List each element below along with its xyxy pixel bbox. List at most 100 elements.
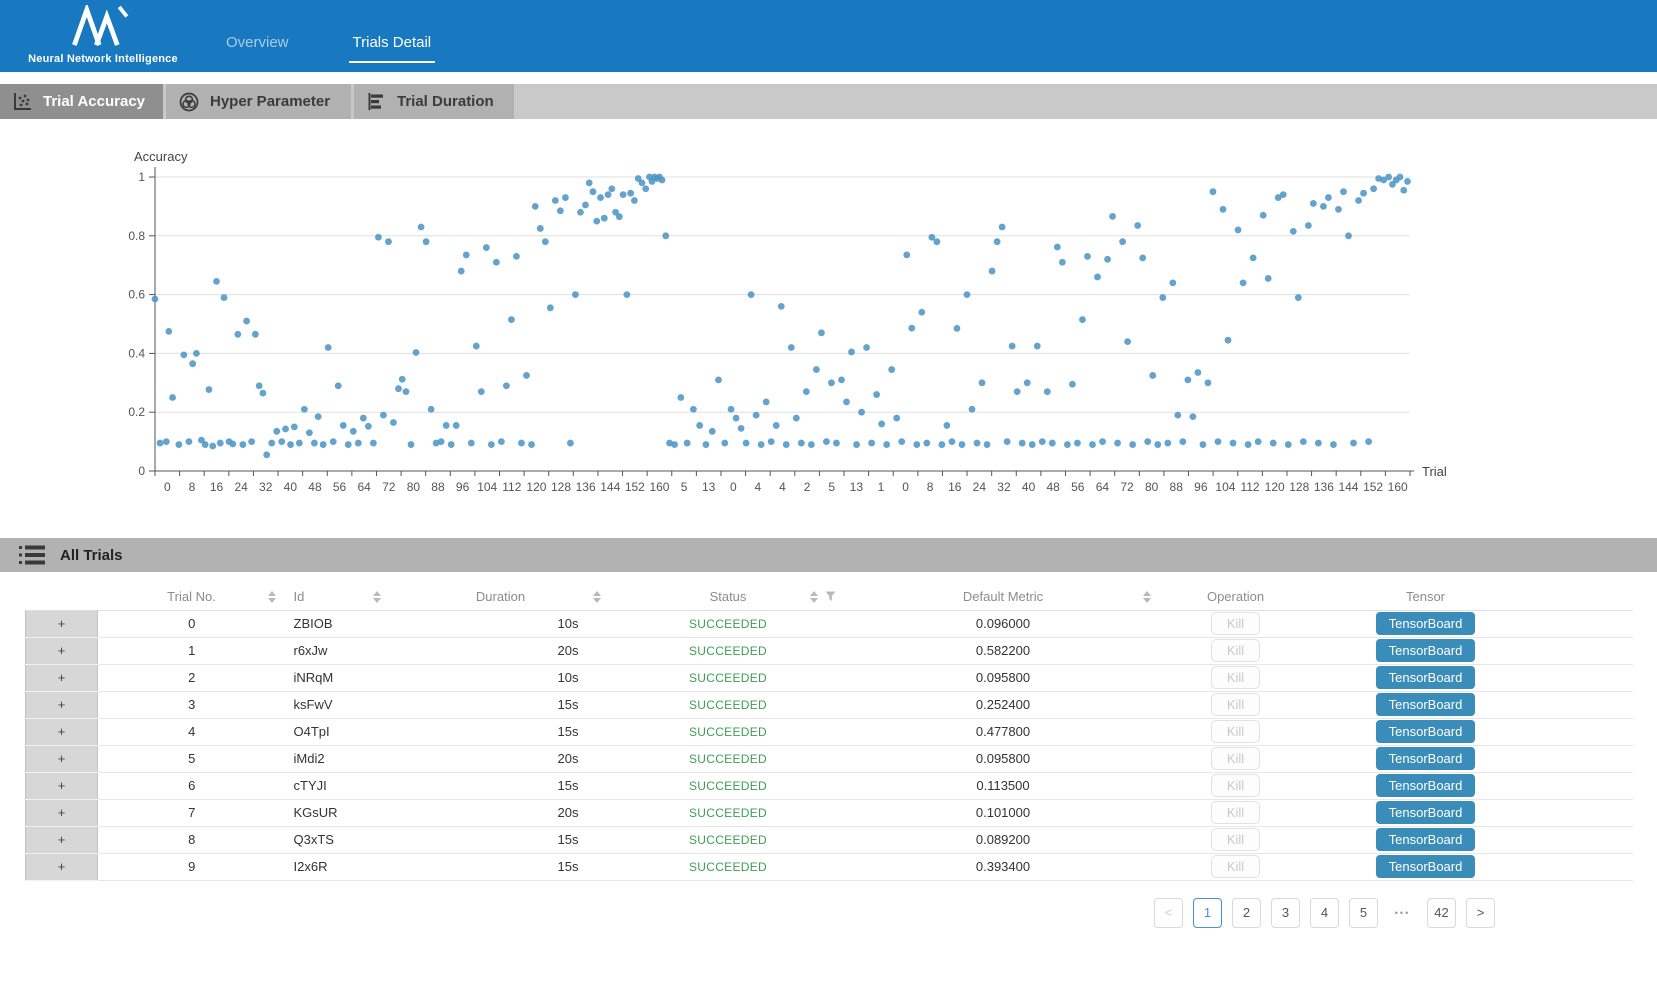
tensorboard-button[interactable]: TensorBoard (1376, 720, 1476, 743)
tensorboard-button[interactable]: TensorBoard (1376, 828, 1476, 851)
pagination-page-5[interactable]: 5 (1349, 898, 1378, 928)
kill-button[interactable]: Kill (1211, 666, 1260, 689)
y-tick-label: 1 (138, 170, 145, 184)
x-tick-label: 5 (828, 480, 835, 494)
pagination-prev-button[interactable]: < (1154, 898, 1183, 928)
cell-id: O4TpI (286, 718, 391, 745)
scatter-point (1054, 244, 1061, 251)
pagination-page-1[interactable]: 1 (1193, 898, 1222, 928)
scatter-point (1079, 316, 1086, 323)
scatter-point (913, 441, 920, 448)
scatter-point (335, 382, 342, 389)
sort-icon-duration[interactable] (593, 591, 601, 603)
scatter-point (532, 203, 539, 210)
expand-row-button[interactable]: + (26, 772, 98, 799)
tensorboard-button[interactable]: TensorBoard (1376, 774, 1476, 797)
nav-tab-trials-detail[interactable]: Trials Detail (349, 34, 436, 63)
expand-row-button[interactable]: + (26, 853, 98, 880)
scatter-point (1404, 178, 1411, 185)
tab-hyper-parameter[interactable]: Hyper Parameter (166, 84, 351, 119)
y-tick-label: 0 (138, 464, 145, 478)
scatter-point (1325, 194, 1332, 201)
tensorboard-button[interactable]: TensorBoard (1376, 747, 1476, 770)
nni-logo[interactable]: Neural Network Intelligence (28, 0, 178, 65)
kill-button[interactable]: Kill (1211, 693, 1260, 716)
col-header-default-metric: Default Metric (846, 584, 1161, 610)
pagination-page-4[interactable]: 4 (1310, 898, 1339, 928)
cell-trial-no: 4 (98, 718, 286, 745)
expand-row-button[interactable]: + (26, 718, 98, 745)
kill-button[interactable]: Kill (1211, 828, 1260, 851)
pagination-ellipsis: ••• (1388, 898, 1417, 928)
expand-row-button[interactable]: + (26, 664, 98, 691)
scatter-point (1330, 441, 1337, 448)
scatter-point (838, 376, 845, 383)
scatter-point (1315, 440, 1322, 447)
expand-row-button[interactable]: + (26, 691, 98, 718)
scatter-point (213, 278, 220, 285)
list-icon (18, 543, 46, 567)
scatter-point (1225, 337, 1232, 344)
cell-tensor: TensorBoard (1311, 853, 1541, 880)
nni-logo-icon (70, 5, 136, 47)
tensorboard-button[interactable]: TensorBoard (1376, 693, 1476, 716)
expand-row-button[interactable]: + (26, 610, 98, 637)
scatter-point (733, 415, 740, 422)
kill-button[interactable]: Kill (1211, 747, 1260, 770)
kill-button[interactable]: Kill (1211, 774, 1260, 797)
tensorboard-button[interactable]: TensorBoard (1376, 639, 1476, 662)
pagination-next-button[interactable]: > (1466, 898, 1495, 928)
filter-icon[interactable] (825, 591, 836, 602)
pagination-page-42[interactable]: 42 (1427, 898, 1456, 928)
expand-row-button[interactable]: + (26, 637, 98, 664)
sort-icon-status[interactable] (810, 591, 818, 603)
scatter-point (823, 438, 830, 445)
scatter-point (949, 438, 956, 445)
scatter-point (180, 351, 187, 358)
tensorboard-button[interactable]: TensorBoard (1376, 855, 1476, 878)
col-label-status: Status (710, 589, 747, 604)
col-header-duration: Duration (391, 584, 611, 610)
scatter-point (169, 394, 176, 401)
tensorboard-button[interactable]: TensorBoard (1376, 801, 1476, 824)
kill-button[interactable]: Kill (1211, 801, 1260, 824)
tensorboard-button[interactable]: TensorBoard (1376, 666, 1476, 689)
cell-status: SUCCEEDED (611, 664, 846, 691)
scatter-point (1335, 206, 1342, 213)
tab-trial-duration[interactable]: Trial Duration (354, 84, 514, 119)
pagination-page-3[interactable]: 3 (1271, 898, 1300, 928)
kill-button[interactable]: Kill (1211, 720, 1260, 743)
tab-trial-accuracy[interactable]: Trial Accuracy (0, 84, 163, 119)
x-tick-label: 8 (189, 480, 196, 494)
accuracy-scatter-chart: 00.20.40.60.8108162432404856647280889610… (0, 119, 1480, 519)
x-tick-label: 24 (234, 480, 248, 494)
scatter-point (798, 440, 805, 447)
scatter-point (217, 440, 224, 447)
scatter-point (229, 441, 236, 448)
scatter-point (1004, 438, 1011, 445)
kill-button[interactable]: Kill (1211, 612, 1260, 635)
scatter-point (959, 441, 966, 448)
expand-row-button[interactable]: + (26, 826, 98, 853)
scatter-point (994, 238, 1001, 245)
scatter-point (984, 441, 991, 448)
kill-button[interactable]: Kill (1211, 639, 1260, 662)
sort-icon-trial-no[interactable] (268, 591, 276, 603)
x-tick-label: 160 (649, 480, 669, 494)
sort-icon-id[interactable] (373, 591, 381, 603)
cell-duration: 20s (391, 799, 611, 826)
scatter-point (1360, 190, 1367, 197)
sort-icon-default-metric[interactable] (1143, 591, 1151, 603)
expand-row-button[interactable]: + (26, 745, 98, 772)
cell-id: ksFwV (286, 691, 391, 718)
scatter-point (165, 328, 172, 335)
nav-tab-overview[interactable]: Overview (222, 34, 293, 63)
cell-spacer (1541, 772, 1633, 799)
cell-spacer (1541, 799, 1633, 826)
tensorboard-button[interactable]: TensorBoard (1376, 612, 1476, 635)
kill-button[interactable]: Kill (1211, 855, 1260, 878)
x-tick-label: 88 (1170, 480, 1184, 494)
pagination-page-2[interactable]: 2 (1232, 898, 1261, 928)
expand-row-button[interactable]: + (26, 799, 98, 826)
cell-operation: Kill (1161, 610, 1311, 637)
